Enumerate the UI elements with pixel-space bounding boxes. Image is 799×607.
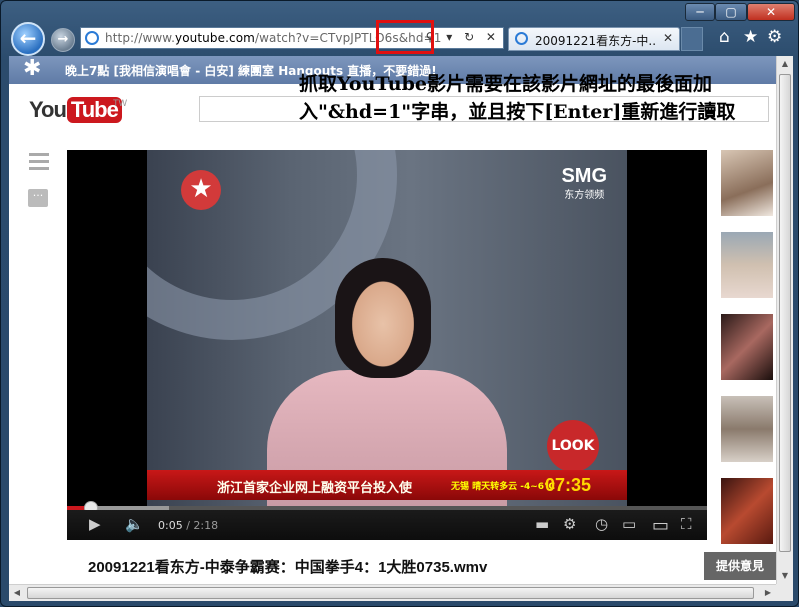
youtube-logo[interactable]: You Tube TW	[29, 97, 127, 123]
home-icon[interactable]: ⌂	[719, 27, 730, 47]
close-window-button[interactable]: ✕	[747, 3, 795, 21]
favorites-icon[interactable]: ★	[743, 27, 758, 47]
maximize-button[interactable]: ▢	[715, 3, 747, 21]
scroll-left-icon[interactable]: ◀	[9, 585, 25, 601]
time-separator: /	[182, 519, 194, 532]
ticker-clock: 07:35	[545, 475, 592, 495]
resize-grip[interactable]	[776, 584, 793, 601]
horizontal-scroll-thumb[interactable]	[27, 587, 754, 599]
player-controls: ▶ 🔈 0:05 / 2:18 ▬ ⚙ ◷ ▭ ▭ ⛶	[67, 510, 707, 540]
browser-window: ─ ▢ ✕ ← → http://www.youtube.com/watch?v…	[0, 0, 799, 607]
time-display: 0:05 / 2:18	[158, 519, 218, 532]
ticker-headline: 浙江首家企业网上融资平台投入使	[217, 481, 413, 496]
new-tab-button[interactable]	[681, 27, 703, 51]
ie-tab-icon	[515, 32, 528, 45]
horizontal-scrollbar[interactable]: ◀ ▶	[9, 584, 776, 601]
watch-later-icon[interactable]: ◷	[595, 515, 608, 533]
video-title: 20091221看东方-中泰争霸赛：中国拳手4：1大胜0735.wmv	[88, 559, 488, 576]
back-button[interactable]: ←	[11, 22, 45, 56]
address-bar[interactable]: http://www.youtube.com/watch?v=CTvpJPTLO…	[80, 27, 504, 49]
logo-region: TW	[113, 98, 127, 108]
large-player-icon[interactable]: ▭	[652, 515, 669, 536]
scroll-up-icon[interactable]: ▲	[777, 56, 793, 72]
current-time: 0:05	[158, 519, 183, 532]
related-video-thumbnail[interactable]	[721, 150, 773, 216]
minimize-button[interactable]: ─	[685, 3, 715, 21]
ie-page-icon	[85, 31, 99, 45]
more-icon[interactable]: ···	[28, 189, 48, 207]
related-video-thumbnail[interactable]	[721, 396, 773, 462]
channel-logo-icon: ★	[181, 170, 221, 210]
tab-close-icon[interactable]: ✕	[663, 31, 673, 45]
vertical-scroll-thumb[interactable]	[779, 74, 791, 552]
logo-you: You	[29, 97, 67, 122]
address-tools[interactable]: ⚲ ▾ ↻ ✕	[426, 30, 500, 44]
annotations-icon[interactable]: ▬	[535, 515, 549, 533]
video-frame[interactable]: ★ SMG 东方领频 LOOK 浙江首家企业网上融资平台投入使 无锡 晴天转多云 …	[147, 150, 627, 510]
hd-param-highlight-box	[376, 20, 434, 54]
guide-menu-icon[interactable]	[29, 153, 49, 171]
smg-brand: SMG	[561, 165, 607, 187]
news-anchor-head	[335, 258, 431, 378]
play-icon[interactable]: ▶	[89, 515, 101, 533]
look-badge: LOOK	[547, 420, 599, 472]
vertical-scrollbar[interactable]: ▲ ▼	[776, 56, 793, 584]
related-video-thumbnail[interactable]	[721, 314, 773, 380]
video-player[interactable]: ★ SMG 东方领频 LOOK 浙江首家企业网上融资平台投入使 无锡 晴天转多云 …	[67, 150, 707, 540]
smg-watermark: SMG 东方领频	[561, 166, 607, 206]
related-video-thumbnail[interactable]	[721, 232, 773, 298]
fullscreen-icon[interactable]: ⛶	[681, 515, 692, 533]
settings-icon[interactable]: ⚙	[767, 27, 782, 47]
player-settings-icon[interactable]: ⚙	[563, 515, 576, 533]
url-prefix: http://www.	[105, 31, 176, 45]
banner-star-icon: ✱	[23, 56, 42, 81]
small-player-icon[interactable]: ▭	[622, 515, 636, 533]
browser-tab[interactable]: 20091221看东方-中... ✕	[508, 27, 680, 51]
ticker-weather: 无锡 晴天转多云 -4~6℃	[451, 482, 555, 492]
tab-title: 20091221看东方-中...	[535, 34, 657, 48]
forward-button[interactable]: →	[51, 28, 75, 52]
volume-icon[interactable]: 🔈	[125, 515, 144, 533]
scroll-right-icon[interactable]: ▶	[760, 585, 776, 601]
duration: 2:18	[193, 519, 219, 532]
annotation-overlay-text: 抓取YouTube影片需要在該影片網址的最後面加入"&hd=1"字串，並且按下[…	[299, 73, 736, 123]
scroll-down-icon[interactable]: ▼	[777, 568, 793, 584]
smg-brand-sub: 东方领频	[564, 190, 605, 201]
related-video-thumbnail[interactable]	[721, 478, 773, 544]
url-host: youtube.com	[175, 31, 255, 45]
page-content: ✱ 晚上7點 [我相信演唱會 - 白安] 練團室 Hangouts 直播，不要錯…	[9, 56, 776, 584]
news-ticker: 浙江首家企业网上融资平台投入使 无锡 晴天转多云 -4~6℃ 07:35	[147, 470, 627, 500]
feedback-button[interactable]: 提供意見	[704, 552, 776, 580]
